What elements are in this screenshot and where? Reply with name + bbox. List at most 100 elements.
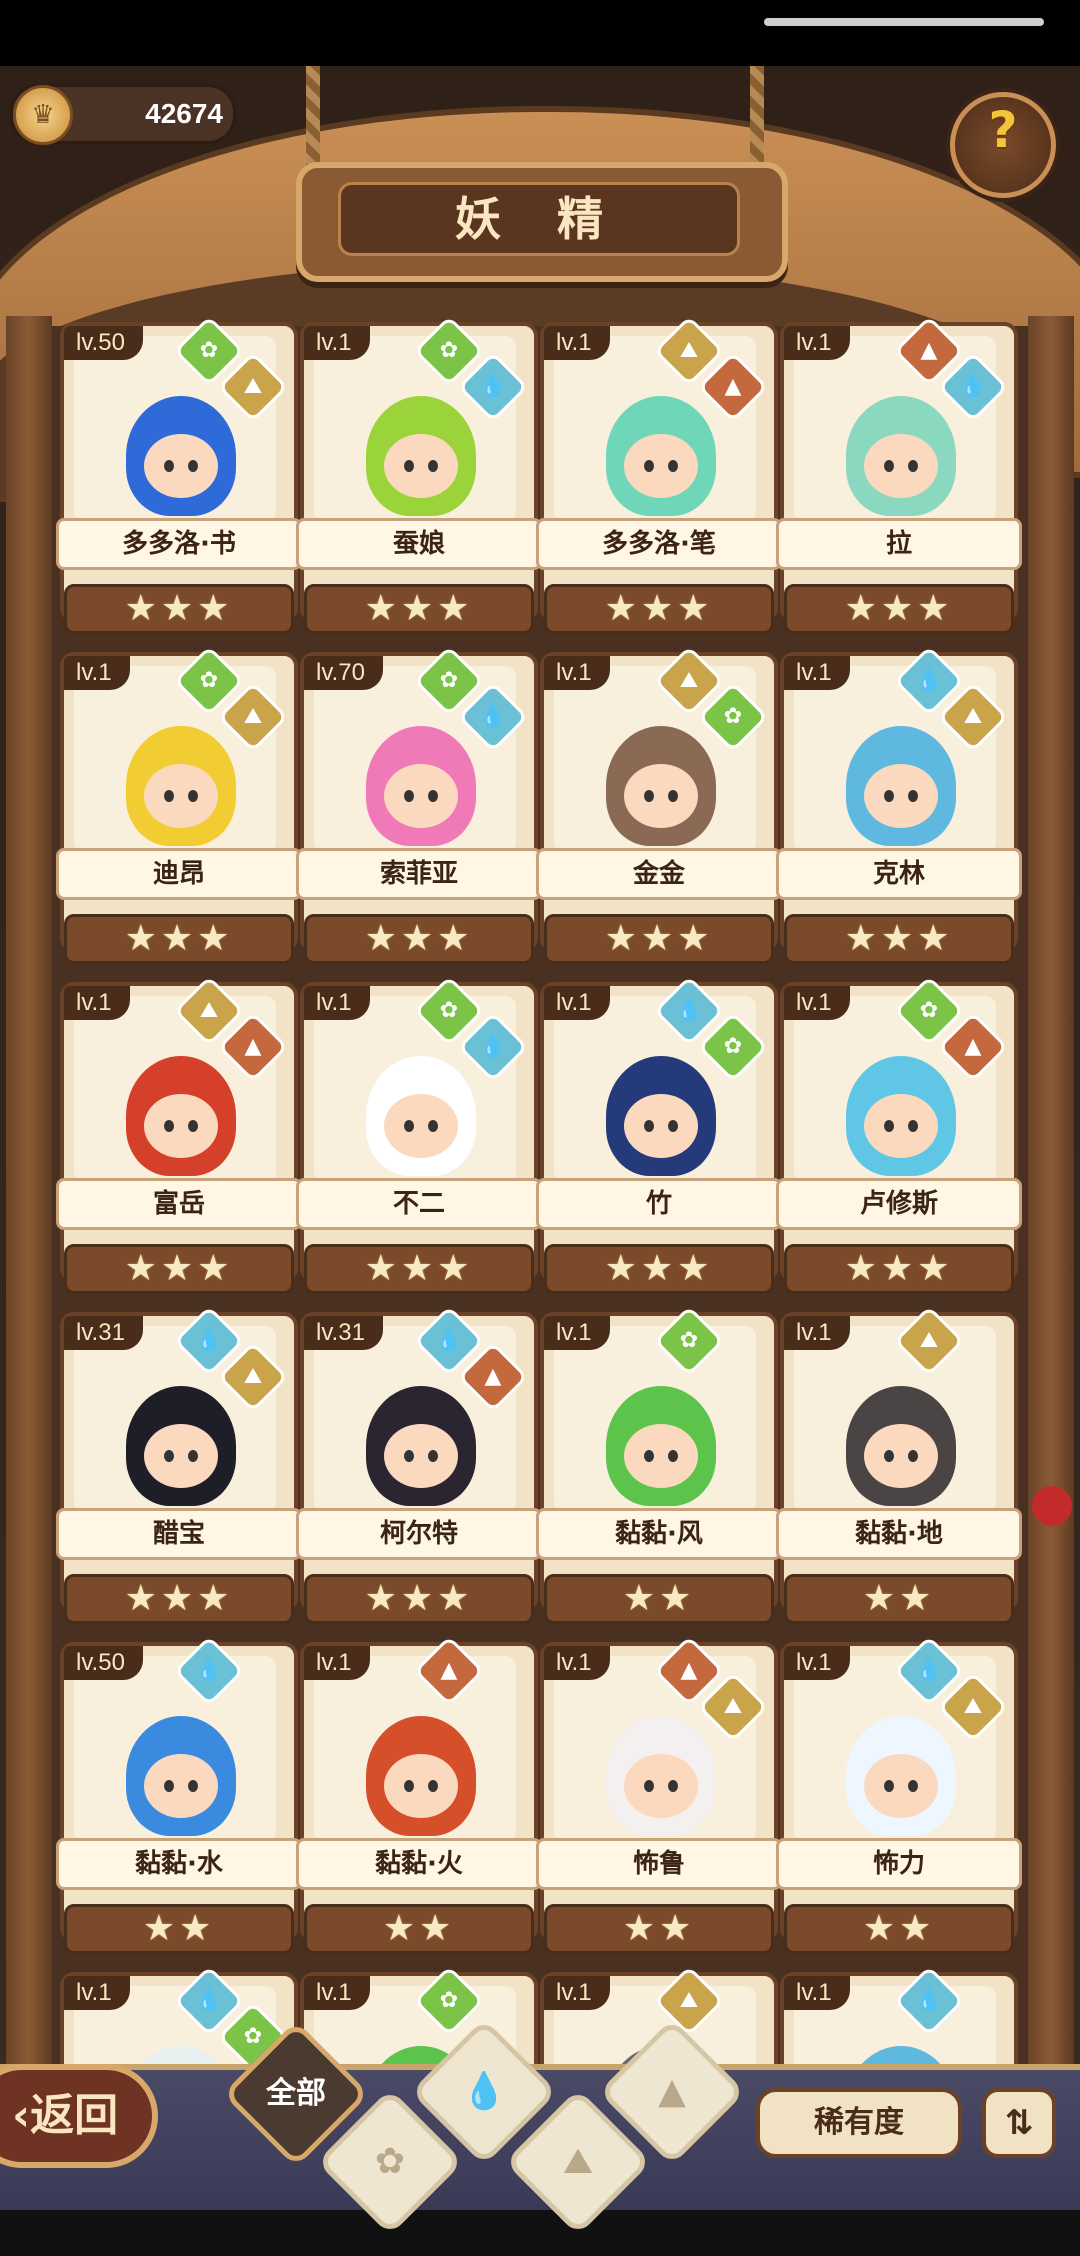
name-ribbon: 黏黏·火 (296, 1838, 542, 1890)
fairy-name: 克林 (872, 859, 925, 889)
star-icons: ★★★ (364, 1578, 474, 1619)
fairy-card[interactable]: lv.1 ▲ 💧 拉 ★★★ (776, 315, 1022, 640)
fairy-card[interactable]: lv.70 ✿ 💧 索菲亚 ★★★ (296, 645, 542, 970)
name-ribbon: 怖鲁 (536, 1838, 782, 1890)
fairy-card[interactable]: lv.31 💧 ⛰ 醋宝 ★★★ (56, 1305, 302, 1630)
star-icons: ★★★ (604, 1248, 714, 1289)
right-pillar (1028, 316, 1074, 2196)
level-badge: lv.1 (784, 326, 850, 360)
fairy-name: 黏黏·风 (615, 1519, 703, 1549)
fairy-avatar (606, 1716, 716, 1836)
fairy-card[interactable]: lv.1 💧 ⛰ 克林 ★★★ (776, 645, 1022, 970)
star-rating: ★★ (784, 1904, 1014, 1954)
star-icons: ★★ (622, 1908, 696, 1949)
fire-icon: ▲ (658, 2071, 686, 2112)
fairy-name: 富岳 (152, 1189, 205, 1219)
fairy-card[interactable]: lv.50 ✿ ⛰ 多多洛·书 ★★★ (56, 315, 302, 640)
fairy-card[interactable]: lv.1 ⛰ ▲ 富岳 ★★★ (56, 975, 302, 1300)
fairy-card[interactable]: lv.1 ⛰ ✿ 金金 ★★★ (536, 645, 782, 970)
title-sign: 妖 精 (296, 162, 788, 282)
name-ribbon: 卢修斯 (776, 1178, 1022, 1230)
level-badge: lv.1 (64, 986, 130, 1020)
star-icons: ★★ (622, 1578, 696, 1619)
ladybug-icon[interactable] (1032, 1486, 1072, 1526)
sort-order-button[interactable]: ⇅ (982, 2088, 1056, 2158)
star-rating: ★★★ (304, 584, 534, 634)
fairy-name: 拉 (885, 529, 912, 559)
fairy-avatar (606, 396, 716, 516)
fairy-card[interactable]: lv.1 ✿ ⛰ 迪昂 ★★★ (56, 645, 302, 970)
fairy-avatar (126, 1386, 236, 1506)
chevron-left-icon: ‹ (12, 2090, 31, 2141)
back-button[interactable]: ‹返回 (0, 2064, 158, 2168)
fairy-card[interactable]: lv.1 ✿ 黏黏·风 ★★ (536, 1305, 782, 1630)
fairy-avatar (606, 1386, 716, 1506)
fairy-avatar (606, 726, 716, 846)
star-rating: ★★ (544, 1574, 774, 1624)
fairy-card[interactable]: lv.1 ▲ 黏黏·火 ★★ (296, 1635, 542, 1960)
level-badge: lv.1 (304, 1646, 370, 1680)
fairy-name: 怖力 (872, 1849, 925, 1879)
star-rating: ★★ (64, 1904, 294, 1954)
fairy-card[interactable]: lv.1 💧 ⛰ 怖力 ★★ (776, 1635, 1022, 1960)
fairy-name: 怖鲁 (632, 1849, 685, 1879)
sort-icon: ⇅ (1004, 2103, 1034, 2143)
level-badge: lv.1 (64, 1976, 130, 2010)
fairy-avatar (606, 1056, 716, 1176)
level-badge: lv.1 (304, 986, 370, 1020)
fairy-avatar (366, 1716, 476, 1836)
name-ribbon: 富岳 (56, 1178, 302, 1230)
fairy-card[interactable]: lv.1 ⛰ ▲ 多多洛·笔 ★★★ (536, 315, 782, 640)
fairy-name: 卢修斯 (859, 1189, 938, 1219)
star-rating: ★★★ (544, 1244, 774, 1294)
name-ribbon: 蚕娘 (296, 518, 542, 570)
fairy-card[interactable]: lv.1 ✿ 💧 不二 ★★★ (296, 975, 542, 1300)
star-icons: ★★★ (124, 1578, 234, 1619)
status-bar (0, 0, 1080, 66)
fairy-avatar (126, 726, 236, 846)
fairy-avatar (846, 1056, 956, 1176)
help-button[interactable]: ? (950, 92, 1056, 198)
left-pillar (6, 316, 52, 2196)
star-icons: ★★★ (844, 1248, 954, 1289)
name-ribbon: 迪昂 (56, 848, 302, 900)
fairy-avatar (846, 1386, 956, 1506)
name-ribbon: 黏黏·风 (536, 1508, 782, 1560)
all-tab-label: 全部 (266, 2076, 326, 2111)
star-icons: ★★★ (364, 918, 474, 959)
earth-icon: ⛰ (562, 2141, 594, 2182)
fairy-card[interactable]: lv.1 ⛰ 黏黏·地 ★★ (776, 1305, 1022, 1630)
fairy-name: 黏黏·水 (135, 1849, 223, 1879)
star-rating: ★★★ (784, 1244, 1014, 1294)
level-badge: lv.31 (64, 1316, 143, 1350)
rarity-sort-button[interactable]: 稀有度 (756, 2088, 962, 2158)
grass-icon: ✿ (374, 2141, 406, 2182)
fairy-card[interactable]: lv.1 💧 ✿ 竹 ★★★ (536, 975, 782, 1300)
star-rating: ★★★ (784, 914, 1014, 964)
star-icons: ★★★ (124, 918, 234, 959)
star-rating: ★★★ (64, 584, 294, 634)
level-badge: lv.1 (544, 326, 610, 360)
fairy-card[interactable]: lv.50 💧 黏黏·水 ★★ (56, 1635, 302, 1960)
fairy-card[interactable]: lv.31 💧 ▲ 柯尔特 ★★★ (296, 1305, 542, 1630)
fairy-avatar (366, 726, 476, 846)
level-badge: lv.1 (784, 1646, 850, 1680)
fairy-portrait (314, 1656, 516, 1842)
level-badge: lv.1 (784, 986, 850, 1020)
fairy-avatar (366, 1056, 476, 1176)
star-icons: ★★★ (604, 588, 714, 629)
level-badge: lv.50 (64, 1646, 143, 1680)
fairy-avatar (846, 726, 956, 846)
fairy-name: 黏黏·地 (855, 1519, 943, 1549)
fairy-card[interactable]: lv.1 ▲ ⛰ 怖鲁 ★★ (536, 1635, 782, 1960)
star-icons: ★★ (862, 1578, 936, 1619)
star-icons: ★★★ (844, 588, 954, 629)
fairy-name: 迪昂 (152, 859, 205, 889)
fairy-card[interactable]: lv.1 ✿ ▲ 卢修斯 ★★★ (776, 975, 1022, 1300)
level-badge: lv.1 (304, 326, 370, 360)
coin-counter: ♛ 42674 (10, 84, 236, 145)
fairy-card[interactable]: lv.1 ✿ 💧 蚕娘 ★★★ (296, 315, 542, 640)
fairy-name: 多多洛·笔 (602, 529, 716, 559)
level-badge: lv.1 (544, 1316, 610, 1350)
fairy-name: 醋宝 (152, 1519, 205, 1549)
